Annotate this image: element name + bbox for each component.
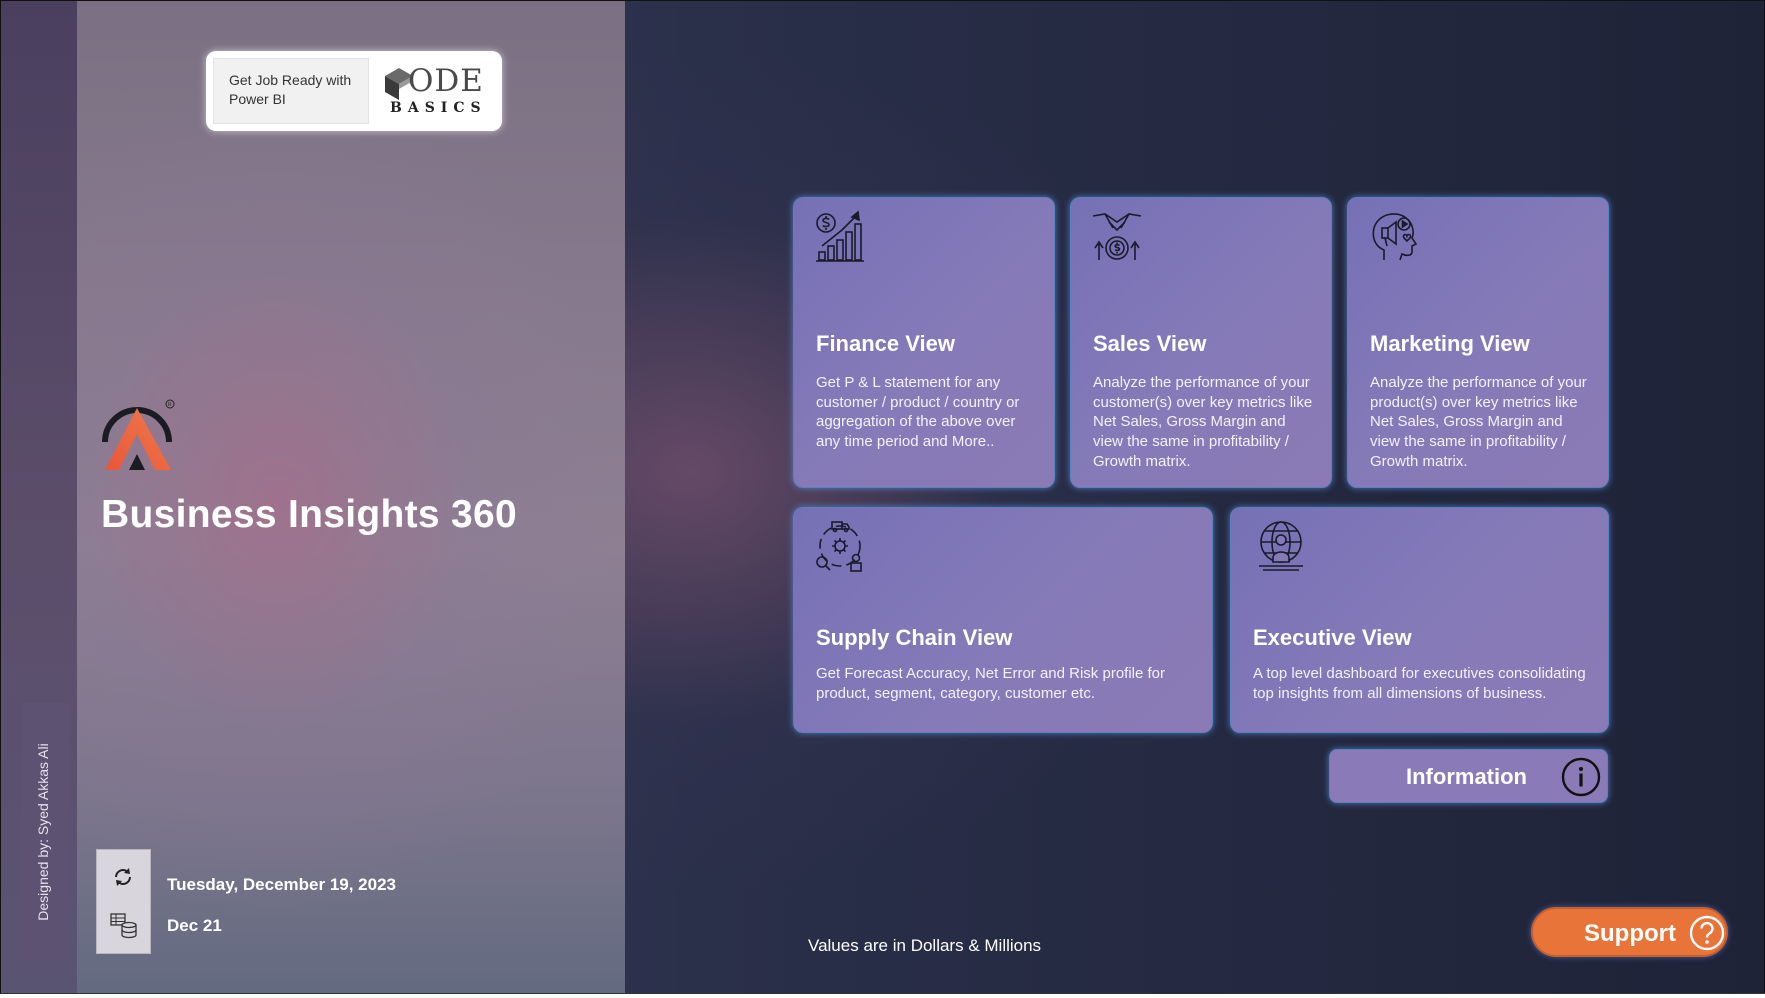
promo-text-line2: Power BI bbox=[229, 91, 286, 107]
codebasics-logo-basics: BASICS bbox=[390, 100, 487, 116]
bottom-border bbox=[0, 993, 1765, 998]
refresh-icon[interactable] bbox=[111, 865, 135, 889]
codebasics-logo: ODE BASICS bbox=[378, 63, 496, 119]
tile-description: Analyze the performance of your product(… bbox=[1370, 374, 1587, 470]
database-icon bbox=[110, 913, 137, 939]
promo-text-line1: Get Job Ready with bbox=[229, 72, 352, 88]
tile-description: Get Forecast Accuracy, Net Error and Ris… bbox=[816, 665, 1166, 702]
support-button-label: Support bbox=[1584, 920, 1676, 947]
information-button-label: Information bbox=[1406, 764, 1527, 789]
tile-description: A top level dashboard for executives con… bbox=[1253, 665, 1586, 702]
refresh-date-short: Dec 21 bbox=[167, 916, 222, 935]
tile-title: Marketing View bbox=[1370, 331, 1530, 356]
tile-title: Finance View bbox=[816, 331, 955, 356]
finance-chart-icon bbox=[816, 210, 864, 262]
tile-executive-view[interactable]: Executive View A top level dashboard for… bbox=[1230, 507, 1609, 733]
help-icon bbox=[1689, 915, 1725, 951]
supply-chain-icon bbox=[816, 521, 862, 572]
refresh-date-long: Tuesday, December 19, 2023 bbox=[167, 875, 397, 894]
promo-text: Get Job Ready with Power BI bbox=[213, 58, 369, 124]
support-button[interactable]: Support bbox=[1531, 907, 1728, 957]
svg-text:R: R bbox=[168, 402, 172, 408]
tile-finance-view[interactable]: Finance View Get P & L statement for any… bbox=[793, 197, 1055, 488]
executive-globe-icon bbox=[1259, 521, 1303, 571]
tile-title: Sales View bbox=[1093, 331, 1207, 356]
designer-credit: Designed by: Syed Akkas Ali bbox=[35, 743, 51, 921]
tile-description: Get P & L statement for any customer / p… bbox=[816, 374, 1020, 451]
info-icon bbox=[1561, 757, 1601, 797]
tile-description: Analyze the performance of your customer… bbox=[1093, 374, 1313, 470]
tile-sales-view[interactable]: Sales View Analyze the performance of yo… bbox=[1070, 197, 1332, 488]
refresh-panel bbox=[96, 849, 151, 954]
tile-title: Supply Chain View bbox=[816, 625, 1013, 650]
information-button[interactable]: Information bbox=[1329, 749, 1608, 803]
dashboard-canvas: Designed by: Syed Akkas Ali Get Job Read… bbox=[0, 0, 1765, 995]
atliq-logo-icon: R bbox=[102, 399, 175, 470]
marketing-head-icon bbox=[1372, 213, 1418, 261]
codebasics-logo-ode: ODE bbox=[408, 63, 484, 99]
handshake-dollar-icon bbox=[1092, 213, 1142, 260]
values-note: Values are in Dollars & Millions bbox=[808, 936, 1042, 955]
tile-marketing-view[interactable]: Marketing View Analyze the performance o… bbox=[1347, 197, 1609, 488]
tile-title: Executive View bbox=[1253, 625, 1412, 650]
app-title: Business Insights 360 bbox=[101, 493, 517, 536]
codebasics-promo-card[interactable]: Get Job Ready with Power BI ODE BASICS bbox=[206, 51, 502, 131]
tile-supply-chain-view[interactable]: Supply Chain View Get Forecast Accuracy,… bbox=[793, 507, 1213, 733]
